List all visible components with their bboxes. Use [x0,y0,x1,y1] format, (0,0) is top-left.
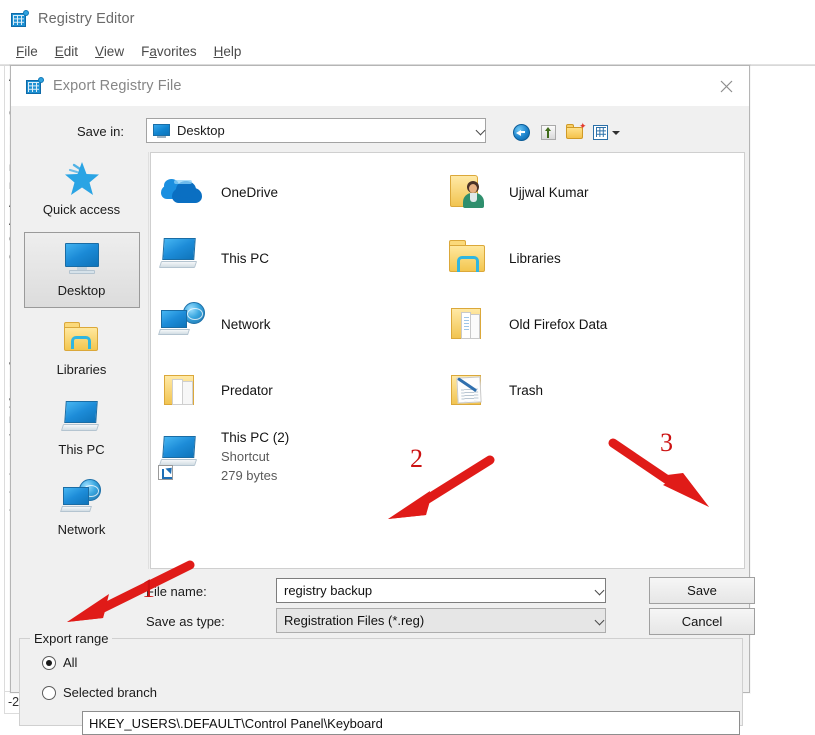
new-folder-icon[interactable]: ✦ [565,121,587,143]
list-item-size: 279 bytes [221,467,278,483]
user-folder-icon [447,169,495,215]
branch-path-input[interactable]: HKEY_USERS\.DEFAULT\Control Panel\Keyboa… [82,711,740,735]
save-button[interactable]: Save [649,577,755,604]
list-item-label: This PC [221,250,270,266]
file-name-input[interactable]: registry backup [276,578,606,603]
list-item[interactable]: Trash [447,357,737,423]
radio-button-icon[interactable] [42,685,56,700]
list-item[interactable]: Libraries [447,225,737,291]
sidebar-item-label: Desktop [57,283,106,298]
list-item-label: This PC (2) [221,429,290,445]
up-arrow-folder-icon[interactable] [538,122,559,143]
desktop-monitor-icon [61,239,103,279]
dialog-title: Export Registry File [53,78,182,94]
dialog-titlebar: Export Registry File [11,66,749,106]
list-item-label: OneDrive [221,184,279,200]
sidebar-item-libraries[interactable]: Libraries [24,312,140,388]
onedrive-cloud-icon [159,169,207,215]
save-in-dropdown[interactable]: Desktop [146,118,486,143]
sidebar-item-quick-access[interactable]: Quick access [24,152,140,228]
views-grid-icon[interactable] [592,122,620,143]
list-item-label: Network [221,316,271,332]
list-item[interactable]: Network [158,291,449,357]
menu-item-view[interactable]: View [87,42,133,61]
save-as-type-dropdown[interactable]: Registration Files (*.reg) [276,608,606,633]
list-item[interactable]: Predator [159,357,449,423]
folder-documents-icon [159,367,207,413]
list-item[interactable]: OneDrive [159,159,449,225]
sidebar-item-network[interactable]: Network [24,472,140,548]
list-item-label: Predator [221,382,273,398]
file-list-column-right: Ujjwal Kumar Libraries Old Firefox Data [447,159,737,423]
network-icon [158,301,207,347]
libraries-folder-icon [447,235,495,281]
registry-editor-menubar: File Edit View Favorites Help [0,38,815,64]
annotation-step-1: 1 [142,574,155,603]
desktop-monitor-icon [153,123,170,138]
save-as-type-value: Registration Files (*.reg) [284,613,425,628]
menu-item-edit[interactable]: Edit [47,42,87,61]
radio-all[interactable]: All [42,655,77,670]
save-in-value: Desktop [177,123,225,138]
close-icon[interactable] [703,66,749,106]
list-item-type: Shortcut [221,448,270,464]
menu-item-favorites[interactable]: Favorites [133,42,206,61]
radio-selected-branch[interactable]: Selected branch [42,685,157,700]
network-icon [59,478,103,518]
sidebar-item-label: Network [57,522,106,537]
list-item-label: Trash [509,382,544,398]
list-item[interactable]: Old Firefox Data [447,291,737,357]
radio-selected-branch-label: Selected branch [63,685,157,700]
file-name-value: registry backup [284,583,373,598]
registry-editor-titlebar: Registry Editor [0,0,815,38]
shortcut-overlay-icon [158,465,173,480]
save-in-label: Save in: [77,124,124,139]
sidebar-item-desktop[interactable]: Desktop [23,232,140,308]
sidebar-item-label: This PC [58,442,105,457]
back-globe-icon[interactable] [511,122,532,143]
dialog-body: Save in: Desktop ✦ Quick access Desktop … [11,106,755,735]
file-name-label: File name: [146,584,207,599]
registry-editor-icon [25,76,44,96]
folder-documents-icon [447,301,495,347]
export-range-legend: Export range [30,631,113,646]
list-item-label: Ujjwal Kumar [509,184,589,200]
export-range-group: Export range All Selected branch HKEY_US… [19,631,743,735]
places-bar: Quick access Desktop Libraries This PC N… [15,152,149,569]
annotation-step-3: 3 [660,428,673,457]
sidebar-item-label: Libraries [56,362,107,377]
list-item[interactable]: This PC (2) Shortcut 279 bytes [158,423,449,489]
file-list[interactable]: OneDrive This PC Network Predator This P… [150,152,745,569]
dialog-toolbar: ✦ [511,120,620,144]
radio-button-icon[interactable] [42,655,56,670]
file-list-column-left: OneDrive This PC Network Predator This P… [158,159,449,489]
sidebar-item-label: Quick access [42,202,121,217]
save-in-row: Save in: Desktop ✦ [11,114,749,154]
list-item[interactable]: Ujjwal Kumar [447,159,737,225]
menu-item-file[interactable]: File [8,42,47,61]
save-as-type-label: Save as type: [146,614,225,629]
folder-papers-icon [447,367,495,413]
registry-editor-title: Registry Editor [38,11,135,27]
export-registry-file-dialog: Export Registry File Save in: Desktop ✦ … [10,65,755,735]
this-pc-icon [60,398,103,438]
list-item[interactable]: This PC [158,225,449,291]
menu-item-help[interactable]: Help [206,42,251,61]
radio-all-label: All [63,655,78,670]
list-item-label: Libraries [509,250,561,266]
file-name-form: File name: registry backup Save as type:… [11,574,755,636]
this-pc-shortcut-icon [158,433,207,480]
annotation-step-2: 2 [410,444,423,473]
cancel-button[interactable]: Cancel [649,608,755,635]
star-icon [61,158,103,198]
sidebar-item-this-pc[interactable]: This PC [24,392,140,468]
list-item-label: Old Firefox Data [509,316,608,332]
this-pc-icon [158,235,207,281]
registry-editor-icon [10,9,29,29]
libraries-folder-icon [61,318,103,358]
